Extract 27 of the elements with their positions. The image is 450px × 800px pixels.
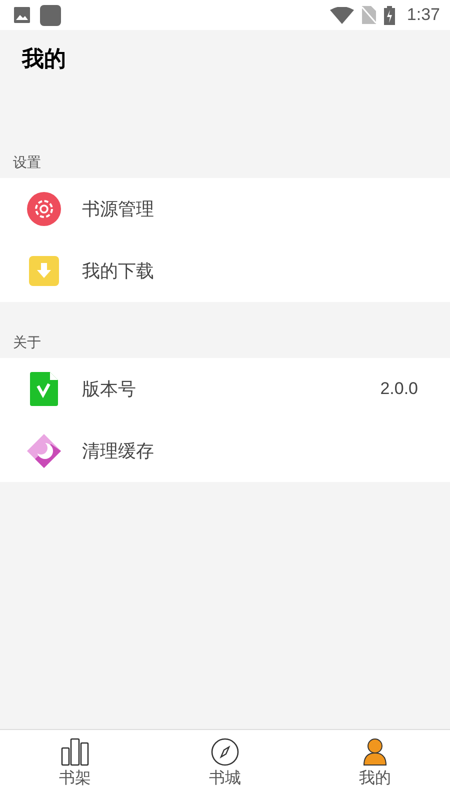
nav-tab[interactable]: 书城	[150, 730, 300, 800]
image-icon	[14, 7, 30, 23]
bookshelf-icon	[61, 738, 89, 766]
battery-charging-icon	[384, 6, 395, 24]
list-item[interactable]: 书源管理	[0, 178, 450, 240]
item-label: 我的下载	[82, 260, 154, 283]
person-icon	[363, 738, 387, 766]
nav-tab[interactable]: 书架	[0, 730, 150, 800]
moon-diamond-icon	[26, 433, 62, 469]
list-item[interactable]: 版本号 2.0.0	[0, 358, 450, 420]
clock-time: 1:37	[406, 5, 440, 25]
download-icon	[26, 256, 62, 286]
section-label: 设置	[12, 154, 42, 173]
list-item[interactable]: 清理缓存	[0, 420, 450, 482]
nav-tab[interactable]: 我的	[300, 730, 450, 800]
item-label: 清理缓存	[82, 440, 154, 463]
version-value: 2.0.0	[380, 379, 418, 399]
section-label: 关于	[12, 334, 42, 353]
list-item[interactable]: 我的下载	[0, 240, 450, 302]
no-sim-icon	[362, 6, 376, 24]
item-label: 版本号	[82, 378, 136, 401]
page-title: 我的	[22, 46, 66, 74]
gear-icon	[26, 192, 62, 226]
item-label: 书源管理	[82, 198, 154, 221]
compass-icon	[211, 738, 239, 766]
wifi-icon	[330, 6, 354, 24]
app-icon	[40, 4, 61, 26]
